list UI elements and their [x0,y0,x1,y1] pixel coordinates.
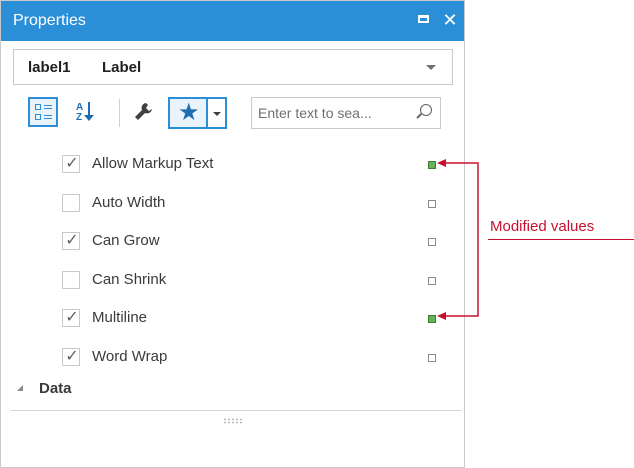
annotation-underline [488,239,634,240]
annotation-label: Modified values [490,218,595,235]
